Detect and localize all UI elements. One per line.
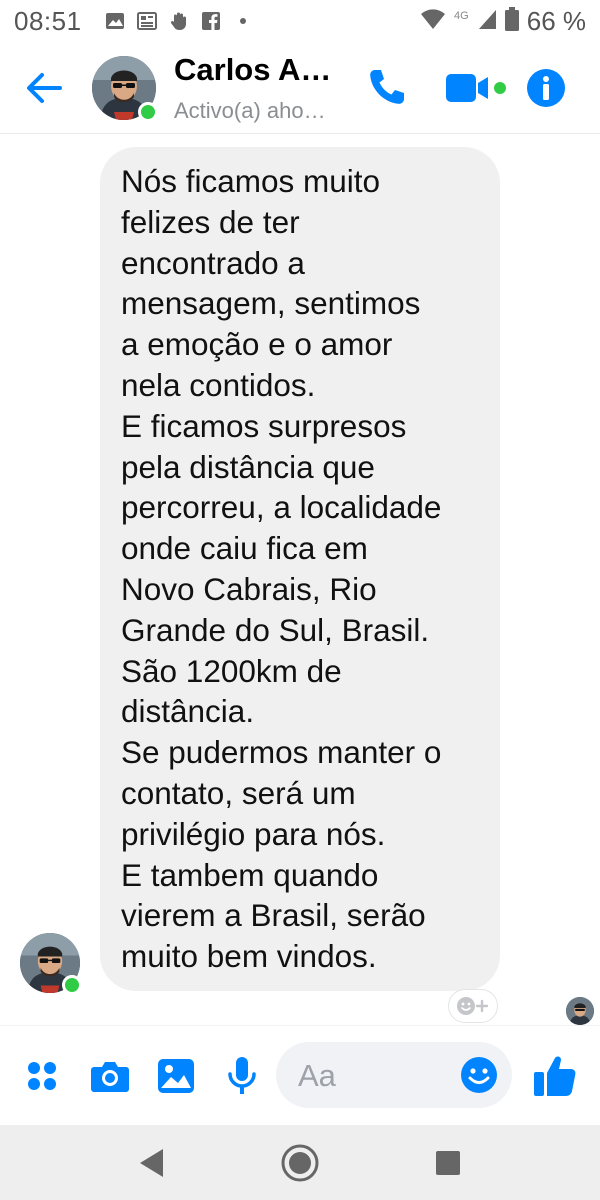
seen-indicator-avatar bbox=[566, 997, 594, 1025]
hand-icon bbox=[168, 10, 190, 32]
network-type: 4G bbox=[454, 9, 469, 22]
add-reaction-icon bbox=[457, 997, 489, 1015]
status-time: 08:51 bbox=[14, 6, 82, 36]
camera-button[interactable] bbox=[90, 1056, 130, 1096]
gallery-icon bbox=[104, 10, 126, 32]
contact-name[interactable]: Carlos A… bbox=[174, 52, 331, 88]
contact-avatar-button[interactable] bbox=[92, 56, 158, 122]
gallery-button[interactable] bbox=[156, 1056, 196, 1096]
battery-percent: 66 % bbox=[526, 6, 586, 36]
nav-back-button[interactable] bbox=[136, 1146, 166, 1180]
triangle-back-icon bbox=[140, 1149, 163, 1177]
message-input[interactable]: Aa bbox=[276, 1042, 512, 1108]
square-recents-icon bbox=[436, 1151, 460, 1175]
online-indicator bbox=[138, 102, 158, 122]
like-button[interactable] bbox=[532, 1052, 582, 1102]
video-camera-icon bbox=[446, 74, 506, 102]
news-icon bbox=[136, 10, 158, 32]
menu-dots-icon bbox=[28, 1062, 56, 1090]
back-button[interactable] bbox=[22, 66, 66, 110]
status-bar: 08:51 4G 66 % bbox=[0, 0, 600, 44]
notification-icons bbox=[104, 10, 254, 32]
microphone-icon bbox=[228, 1057, 256, 1094]
wifi-icon bbox=[420, 8, 446, 35]
video-call-button[interactable] bbox=[444, 68, 510, 108]
nav-home-button[interactable] bbox=[280, 1143, 320, 1183]
add-reaction-button[interactable] bbox=[448, 989, 498, 1023]
info-button[interactable] bbox=[526, 68, 566, 108]
nav-recents-button[interactable] bbox=[434, 1149, 462, 1177]
online-indicator bbox=[62, 975, 82, 995]
status-right: 4G 66 % bbox=[420, 6, 586, 37]
conversation-header: Carlos A… Activo(a) aho… bbox=[0, 44, 600, 134]
arrow-left-icon bbox=[27, 73, 62, 103]
camera-icon bbox=[91, 1062, 129, 1092]
image-icon bbox=[158, 1059, 194, 1093]
more-actions-button[interactable] bbox=[22, 1056, 62, 1096]
message-input-placeholder: Aa bbox=[298, 1058, 336, 1093]
contact-status: Activo(a) aho… bbox=[174, 98, 326, 123]
message-composer: Aa bbox=[0, 1025, 600, 1125]
emoji-button[interactable] bbox=[460, 1056, 498, 1094]
thumbs-up-icon bbox=[534, 1056, 576, 1096]
battery-icon bbox=[504, 7, 519, 36]
message-bubble[interactable]: Nós ficamos muito felizes de ter encontr… bbox=[100, 147, 500, 991]
dot-icon bbox=[232, 10, 254, 32]
info-icon bbox=[527, 69, 565, 107]
facebook-icon bbox=[200, 10, 222, 32]
message-list[interactable]: Nós ficamos muito felizes de ter encontr… bbox=[0, 135, 600, 1025]
call-button[interactable] bbox=[366, 66, 408, 108]
signal-icon bbox=[477, 8, 497, 35]
emoji-icon bbox=[461, 1057, 497, 1093]
phone-icon bbox=[370, 70, 404, 104]
sender-avatar[interactable] bbox=[20, 933, 82, 995]
system-navigation-bar bbox=[0, 1125, 600, 1200]
circle-home-icon bbox=[281, 1144, 319, 1182]
voice-message-button[interactable] bbox=[222, 1056, 262, 1096]
